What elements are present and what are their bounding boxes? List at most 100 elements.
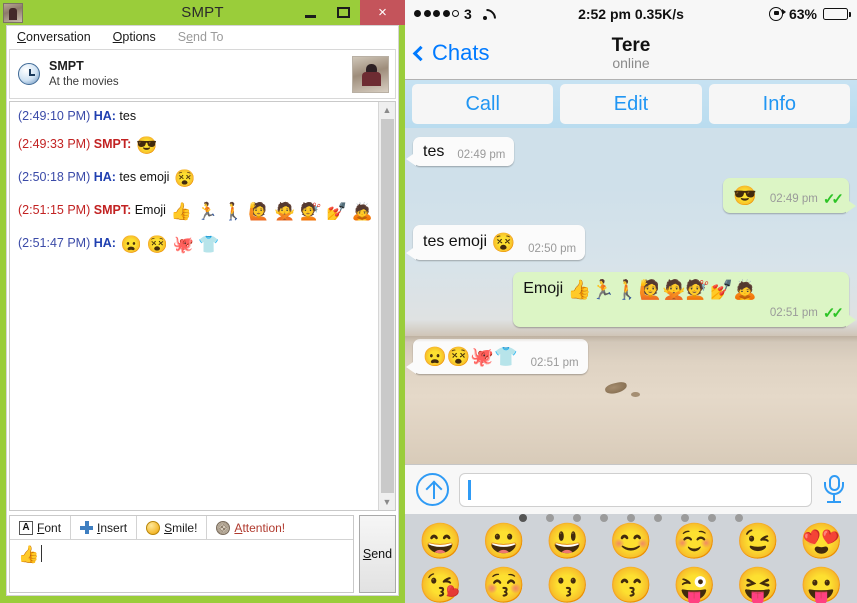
- signal-dot: [423, 10, 431, 17]
- send-button-label: Send: [362, 547, 393, 561]
- attention-button[interactable]: Attention!: [207, 516, 294, 539]
- bubble-timestamp: 02:49 pm: [769, 193, 818, 205]
- emoji-key[interactable]: 😍: [799, 524, 843, 559]
- keyboard-page-dot[interactable]: [681, 514, 689, 522]
- keyboard-page-dot[interactable]: [519, 514, 527, 522]
- menu-bar: Conversation Options Send To: [7, 26, 398, 48]
- microphone-icon[interactable]: [822, 473, 846, 507]
- emoji-key[interactable]: 😛: [799, 568, 843, 603]
- bubble-timestamp: 02:50 pm: [528, 243, 577, 255]
- keyboard-page-dot[interactable]: [708, 514, 716, 522]
- edit-button[interactable]: Edit: [560, 84, 702, 124]
- window-body: Conversation Options Send To SMPT At the…: [6, 25, 399, 596]
- emoji-key[interactable]: 😃: [546, 524, 590, 559]
- emoji-key[interactable]: 😀: [482, 524, 526, 559]
- emoji-key[interactable]: 😜: [673, 568, 717, 603]
- bubble-text: Emoji 👍🏃🚶🙋🙅💇💅🙇: [523, 280, 757, 301]
- keyboard-page-dot[interactable]: [546, 514, 554, 522]
- emoji-key[interactable]: 😄: [419, 524, 463, 559]
- outgoing-bubble[interactable]: Emoji 👍🏃🚶🙋🙅💇💅🙇 02:51 pm ✓✓: [513, 272, 856, 327]
- message-timestamp: (2:50:18 PM): [18, 169, 94, 184]
- incoming-bubble[interactable]: tes emoji 😵 02:50 pm: [405, 225, 586, 260]
- insert-button[interactable]: Insert: [71, 516, 138, 539]
- ios-status-bar: 3 2:52 pm 0.35K/s 63%: [405, 0, 857, 27]
- clock-icon: [18, 63, 40, 85]
- bubble-meta: 02:49 pm: [451, 149, 505, 161]
- outgoing-bubble[interactable]: 😎 02:49 pm ✓✓: [723, 178, 856, 213]
- bubble-text: tes: [423, 143, 445, 160]
- carrier-label: 3: [464, 5, 472, 22]
- menu-item-options[interactable]: Options: [111, 28, 158, 46]
- emoji-key[interactable]: 😗: [546, 568, 590, 603]
- scroll-down-icon[interactable]: ▼: [379, 494, 395, 510]
- scrollbar-thumb[interactable]: [380, 119, 394, 493]
- emoji-key[interactable]: 😊: [609, 524, 653, 559]
- emoji-key[interactable]: 😉: [736, 524, 780, 559]
- message-emojis: 😦 😵 🐙 👕: [115, 234, 220, 254]
- send-button[interactable]: Send: [359, 515, 396, 593]
- avatar: [352, 55, 389, 93]
- bubble-meta: 02:50 pm: [522, 243, 576, 255]
- text-caret: [41, 545, 43, 562]
- bubble-emojis: 😎: [733, 186, 757, 207]
- status-left: 3: [414, 6, 492, 22]
- message-line: (2:49:10 PM) HA: tes: [18, 108, 374, 125]
- network-speed-label: 0.35K/s: [634, 5, 684, 22]
- emoji-grid[interactable]: 😄 😀 😃 😊 ☺️ 😉 😍 😘 😚 😗 😙 😜 😝 😛: [405, 522, 857, 603]
- composer-toolbar: A Font Insert Smile! Attention!: [10, 516, 353, 540]
- chat-message-area: tes 02:49 pm 😎 02:49 pm ✓✓ tes emoji 😵 02:50 …: [405, 128, 857, 464]
- bubble-text: 😎: [733, 184, 757, 208]
- message-text: tes: [115, 109, 137, 123]
- message-input-value: 👍: [18, 545, 40, 564]
- message-input[interactable]: 👍: [10, 540, 353, 592]
- info-button[interactable]: Info: [708, 84, 850, 124]
- send-up-arrow-icon[interactable]: [416, 473, 449, 506]
- message-scrollbar[interactable]: ▲ ▼: [378, 102, 395, 510]
- incoming-bubble[interactable]: tes 02:49 pm: [405, 137, 515, 166]
- delivered-ticks-icon: ✓✓: [822, 191, 844, 208]
- message-sender: SMPT:: [93, 136, 132, 151]
- menu-item-send-to[interactable]: Send To: [176, 28, 226, 46]
- smile-button[interactable]: Smile!: [137, 516, 208, 539]
- font-button[interactable]: A Font: [10, 516, 72, 539]
- message-timestamp: (2:49:10 PM): [18, 109, 94, 123]
- composer: A Font Insert Smile! Attention! 👍 Send: [9, 515, 396, 593]
- signal-dot: [452, 10, 459, 17]
- ios-whatsapp-screen: 3 2:52 pm 0.35K/s 63% Chats Tere online: [405, 0, 857, 603]
- bubble-timestamp: 02:51 pm: [769, 307, 818, 319]
- emoji-key[interactable]: ☺️: [673, 524, 717, 559]
- scroll-up-icon[interactable]: ▲: [379, 102, 395, 118]
- keyboard-page-indicator[interactable]: [405, 514, 857, 522]
- message-text: Emoji: [131, 202, 166, 217]
- windows-im-window: SMPT × Conversation Options Send To SMPT…: [0, 0, 405, 603]
- incoming-bubble[interactable]: 😦😵🐙👕 02:51 pm: [406, 339, 588, 374]
- emoji-key[interactable]: 😘: [419, 568, 463, 603]
- keyboard-page-dot[interactable]: [735, 514, 743, 522]
- message-list: (2:49:10 PM) HA: tes (2:49:33 PM) SMPT: 😎…: [10, 102, 378, 510]
- signal-strength-icon: [414, 10, 459, 17]
- message-sender: HA:: [93, 235, 116, 250]
- menu-item-conversation[interactable]: Conversation: [15, 28, 93, 46]
- info-button-label: Info: [762, 92, 796, 115]
- battery-icon: [823, 7, 851, 20]
- bubble-emojis: 😦😵🐙👕: [423, 347, 518, 368]
- keyboard-page-dot[interactable]: [600, 514, 608, 522]
- contact-status: At the movies: [49, 75, 119, 88]
- delivered-ticks-icon: ✓✓: [822, 305, 844, 322]
- ios-nav-bar: Chats Tere online: [405, 27, 857, 80]
- chat-text-input[interactable]: [459, 472, 812, 507]
- message-line: (2:49:33 PM) SMPT: 😎: [18, 135, 374, 158]
- emoji-key[interactable]: 😚: [482, 568, 526, 603]
- emoji-key[interactable]: 😝: [736, 568, 780, 603]
- keyboard-page-dot[interactable]: [627, 514, 635, 522]
- keyboard-page-dot[interactable]: [654, 514, 662, 522]
- bubble-timestamp: 02:49 pm: [457, 149, 506, 161]
- emoji-key[interactable]: 😙: [609, 568, 653, 603]
- bubble-text: tes emoji 😵: [423, 233, 516, 254]
- message-emojis: 👍 🏃 🚶 🙋 🙅 💇 💅 🙇: [165, 201, 374, 221]
- back-to-chats-button[interactable]: Chats: [412, 40, 489, 66]
- bubble-meta: 02:51 pm: [525, 357, 579, 369]
- keyboard-page-dot[interactable]: [573, 514, 581, 522]
- screenshot-root: SMPT × Conversation Options Send To SMPT…: [0, 0, 857, 603]
- call-button[interactable]: Call: [412, 84, 554, 124]
